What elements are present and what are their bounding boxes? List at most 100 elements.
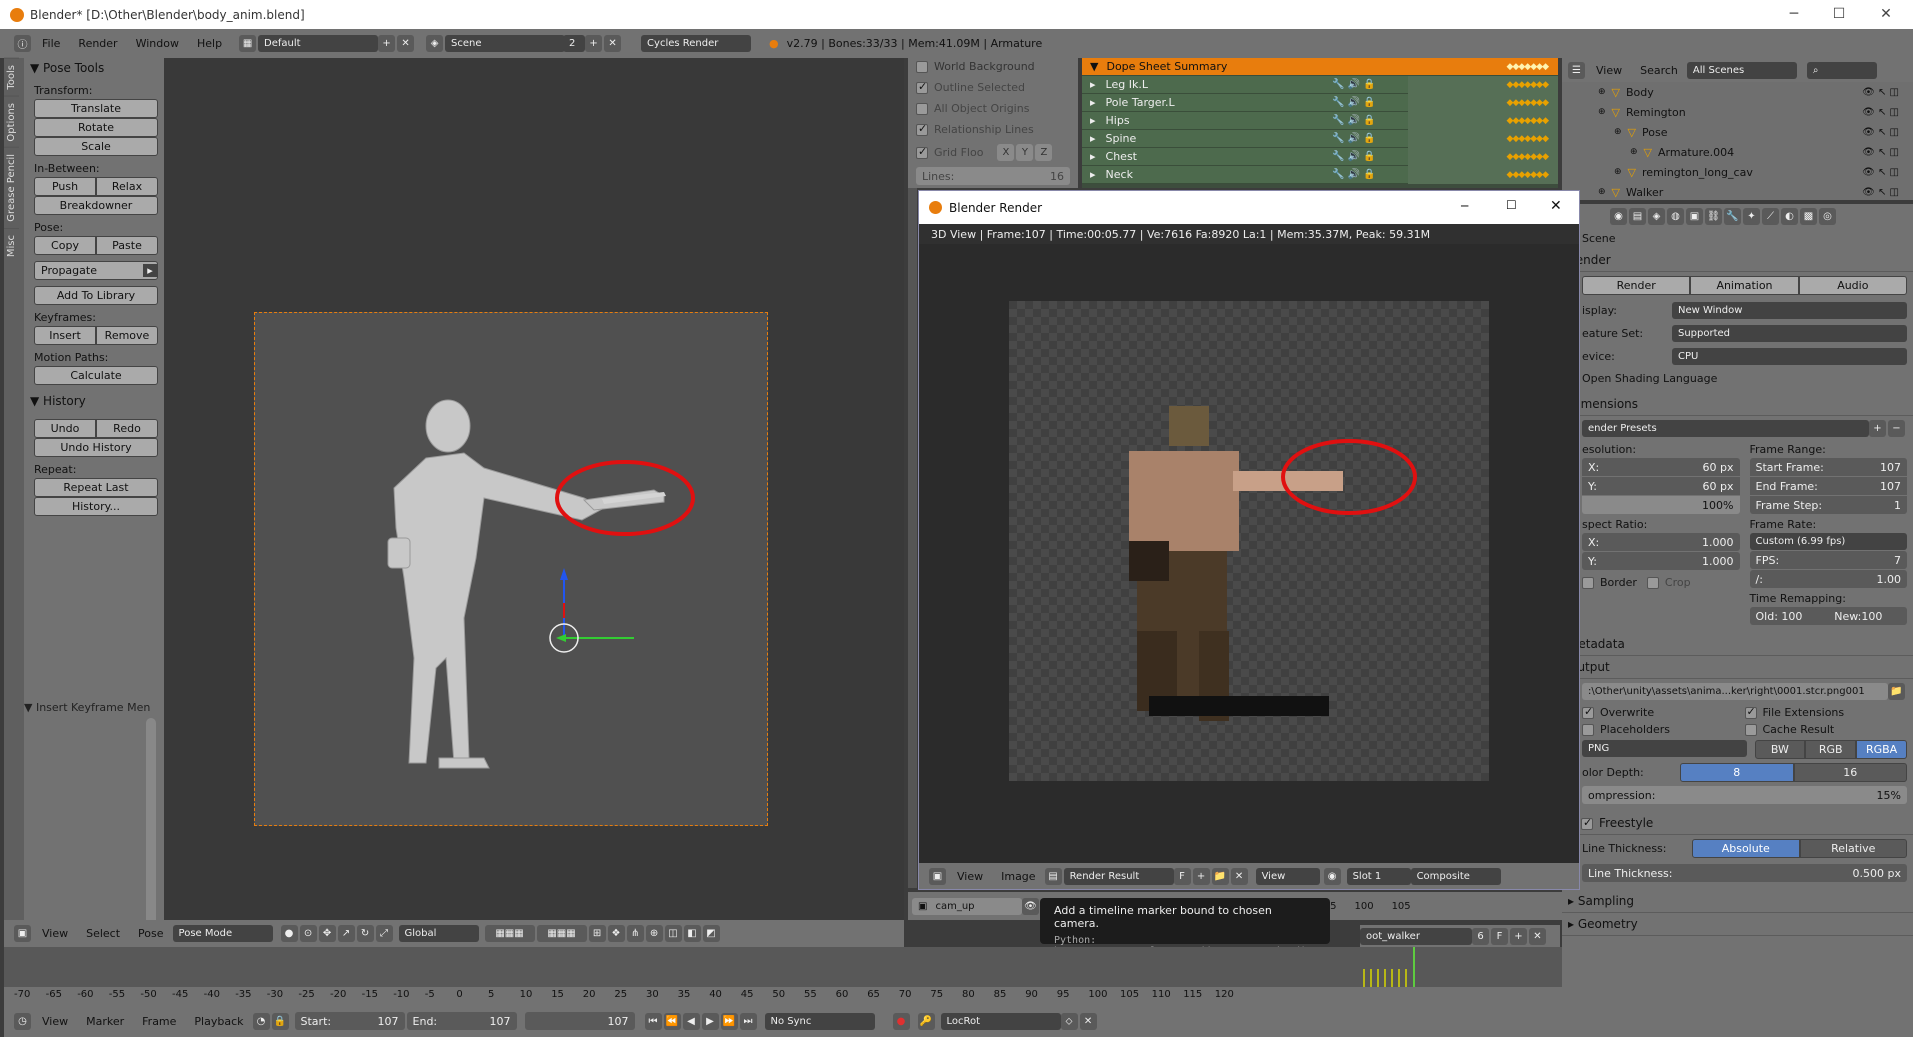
output-header[interactable]: Output: [1562, 656, 1913, 679]
propagate-button[interactable]: Propagate ▸: [34, 261, 158, 280]
history-header[interactable]: ▼ History: [24, 391, 164, 411]
timeline-area[interactable]: [4, 947, 1562, 987]
history-button[interactable]: History...: [34, 497, 158, 516]
channel-controls-icon[interactable]: 🔧 🔊 🔒: [1332, 151, 1376, 162]
minimize-icon[interactable]: ─: [1785, 6, 1803, 22]
editor-type-info-icon[interactable]: ⓘ: [14, 35, 31, 52]
channel-controls-icon[interactable]: 🔧 🔊 🔒: [1332, 115, 1376, 126]
dope-sheet-channel-row[interactable]: ▸ Spine 🔧 🔊 🔒 ◆◆◆◆◆◆◆: [1082, 130, 1558, 148]
remove-layout-icon[interactable]: ✕: [397, 35, 415, 52]
crop-checkbox[interactable]: Crop: [1646, 576, 1691, 589]
start-frame-field[interactable]: Start Frame: 107: [1749, 458, 1907, 476]
insert-keyframe-icon[interactable]: ⬦: [1060, 1012, 1078, 1030]
timeline-ruler[interactable]: -70 -65 -60 -55 -50 -45 -40 -35 -30 -25 -20 -15 -10-…: [4, 987, 1562, 1005]
depth-16-button[interactable]: 16: [1793, 763, 1907, 782]
grid-floor-row[interactable]: Grid Floo X Y Z: [908, 138, 1078, 163]
animation-button[interactable]: Animation: [1690, 276, 1799, 295]
relax-button[interactable]: Relax: [96, 177, 158, 196]
redo-button[interactable]: Redo: [96, 419, 158, 438]
object-tab-icon[interactable]: ▣: [1686, 207, 1703, 225]
delete-keyframe-icon[interactable]: ✕: [1079, 1012, 1097, 1030]
keying-set-icon[interactable]: 🔑: [917, 1012, 935, 1030]
render-tab-icon[interactable]: ◉: [1610, 207, 1627, 225]
outliner-expand-icon[interactable]: ⊕: [1614, 167, 1622, 177]
fps-base-field[interactable]: /: 1.00: [1749, 570, 1907, 588]
bone-tab-icon[interactable]: ⟋: [1762, 207, 1779, 225]
outliner-filter-select[interactable]: All Scenes: [1686, 61, 1797, 79]
display-select[interactable]: New Window: [1672, 302, 1907, 319]
outliner-search-input[interactable]: ⌕: [1806, 61, 1877, 79]
image-unlink-icon[interactable]: ✕: [1230, 867, 1248, 885]
menu-render[interactable]: Render: [69, 37, 126, 50]
scene-tab-icon[interactable]: ◈: [1648, 207, 1665, 225]
editor-type-3d-icon[interactable]: ▣: [14, 925, 31, 942]
expand-icon[interactable]: ▸: [1090, 114, 1096, 127]
constraints-tab-icon[interactable]: ⛓: [1705, 207, 1722, 225]
lock-layers-icon[interactable]: ⊞: [588, 925, 606, 942]
fps-field[interactable]: FPS: 7: [1749, 551, 1907, 569]
modifiers-tab-icon[interactable]: 🔧: [1724, 207, 1741, 225]
line-thickness-field[interactable]: Line Thickness: 0.500 px: [1582, 864, 1907, 882]
object-add-icon[interactable]: +: [1510, 927, 1527, 945]
viewport-menu-pose[interactable]: Pose: [129, 927, 172, 940]
tab-grease-pencil[interactable]: Grease Pencil: [4, 147, 19, 228]
render-minimize-icon[interactable]: ─: [1461, 199, 1468, 213]
end-frame-timeline-field[interactable]: End: 107: [406, 1012, 517, 1030]
dope-sheet-channel-row[interactable]: ▸ Chest 🔧 🔊 🔒 ◆◆◆◆◆◆◆: [1082, 148, 1558, 166]
outliner-menu-search[interactable]: Search: [1631, 64, 1687, 77]
play-reverse-icon[interactable]: ◀: [682, 1012, 700, 1030]
resolution-y-field[interactable]: Y: 60 px: [1582, 477, 1740, 495]
image-menu-view[interactable]: View: [948, 870, 992, 883]
outliner-visibility-icons[interactable]: 👁 ↖ ◫: [1862, 187, 1899, 198]
freestyle-header[interactable]: ▼ Freestyle: [1562, 812, 1913, 835]
remove-preset-icon[interactable]: −: [1888, 420, 1905, 437]
outliner-item[interactable]: ⊕ ▽ Walker 👁 ↖ ◫: [1562, 182, 1913, 202]
viewport-shading-icon[interactable]: ●: [280, 925, 298, 942]
frame-rate-select[interactable]: Custom (6.99 fps): [1749, 533, 1907, 550]
axis-y-toggle[interactable]: Y: [1016, 144, 1034, 161]
relationship-lines-row[interactable]: Relationship Lines: [908, 117, 1078, 138]
object-name-field[interactable]: oot_walker: [1360, 927, 1472, 945]
expand-icon[interactable]: ▸: [1090, 96, 1096, 109]
placeholders-checkbox[interactable]: Placeholders: [1582, 723, 1745, 736]
render-anim-icon[interactable]: ◧: [683, 925, 701, 942]
expand-icon[interactable]: ▸: [1090, 132, 1096, 145]
repeat-last-button[interactable]: Repeat Last: [34, 478, 158, 497]
world-tab-icon[interactable]: ◍: [1667, 207, 1684, 225]
texture-tab-icon[interactable]: ▩: [1800, 207, 1817, 225]
camera-selector-icon[interactable]: ◩: [702, 925, 720, 942]
cache-result-checkbox[interactable]: Cache Result: [1744, 723, 1908, 736]
pivot-point-icon[interactable]: ⊙: [299, 925, 317, 942]
image-view-select[interactable]: View: [1255, 867, 1320, 885]
timeline-menu-playback[interactable]: Playback: [185, 1015, 252, 1028]
channel-controls-icon[interactable]: 🔧 🔊 🔒: [1332, 133, 1376, 144]
auto-keying-icon[interactable]: ●: [892, 1012, 910, 1030]
render-presets-select[interactable]: ender Presets: [1582, 420, 1869, 437]
camera-name-field[interactable]: ▣ cam_up: [912, 897, 1022, 915]
outliner-item[interactable]: ⊕ ▽ remington_long_cav 👁 ↖ ◫: [1562, 162, 1913, 182]
operator-panel-header[interactable]: ▼ Insert Keyframe Men: [18, 698, 156, 717]
outline-selected-row[interactable]: Outline Selected: [908, 75, 1078, 96]
editor-type-timeline-icon[interactable]: ◷: [14, 1012, 31, 1030]
dope-sheet-channel-row[interactable]: ▸ Pole Targer.L 🔧 🔊 🔒 ◆◆◆◆◆◆◆: [1082, 94, 1558, 112]
end-frame-field[interactable]: End Frame: 107: [1749, 477, 1907, 495]
data-tab-icon[interactable]: ✦: [1743, 207, 1760, 225]
object-fake-user-button[interactable]: F: [1491, 927, 1508, 945]
depth-8-button[interactable]: 8: [1680, 763, 1794, 782]
paste-pose-button[interactable]: Paste: [96, 236, 158, 255]
rgb-button[interactable]: RGB: [1805, 740, 1857, 759]
resolution-x-field[interactable]: X: 60 px: [1582, 458, 1740, 476]
play-icon[interactable]: ▶: [701, 1012, 719, 1030]
render-engine-select[interactable]: Cycles Render: [641, 35, 752, 52]
camera-eye-icon[interactable]: 👁: [1022, 897, 1039, 915]
propagate-arrow-icon[interactable]: ▸: [143, 264, 157, 277]
dimensions-header[interactable]: Dimensions: [1562, 393, 1913, 416]
expand-icon[interactable]: ▸: [1090, 168, 1096, 181]
output-path-field[interactable]: :\Other\unity\assets\anima...ker\right\0…: [1582, 683, 1888, 700]
next-keyframe-icon[interactable]: ⏩: [720, 1012, 738, 1030]
add-preset-icon[interactable]: +: [1869, 420, 1886, 437]
outliner-visibility-icons[interactable]: 👁 ↖ ◫: [1862, 167, 1899, 178]
time-remap-old-field[interactable]: Old: 100: [1749, 607, 1829, 625]
physics-tab-icon[interactable]: ◎: [1819, 207, 1836, 225]
breakdowner-button[interactable]: Breakdowner: [34, 196, 158, 215]
